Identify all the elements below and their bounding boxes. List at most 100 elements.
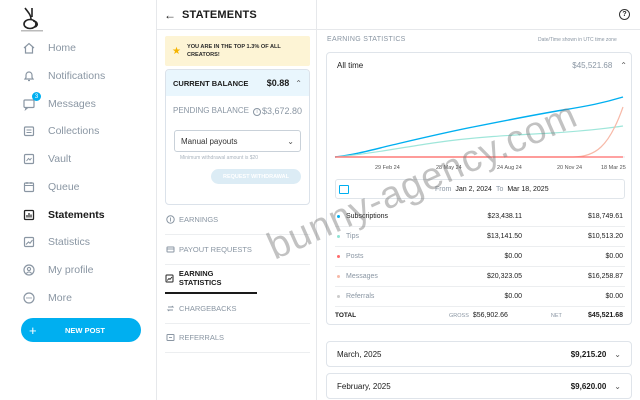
plus-icon: + (29, 322, 37, 338)
sidebar-item-queue[interactable]: Queue (22, 177, 80, 197)
menu-earning-statistics[interactable]: EARNING STATISTICS (165, 264, 257, 294)
row-gross: $0.00 (504, 293, 522, 300)
message-icon: 3 (22, 92, 41, 111)
rank-banner-text: YOU ARE IN THE TOP 1.3% OF ALL CREATORS! (186, 44, 281, 58)
period-selector[interactable]: All time $45,521.68 ⌃ (337, 61, 627, 70)
month-row-march-2025[interactable]: March, 2025 $9,215.20 ⌄ (326, 341, 632, 367)
messages-badge: 3 (32, 92, 41, 101)
sidebar-item-label: Notifications (48, 70, 106, 82)
help-icon[interactable]: ? (619, 9, 630, 20)
sidebar-item-statistics[interactable]: Statistics (22, 232, 90, 252)
table-row: Tips $13,141.50 $10,513.20 (335, 227, 625, 247)
date-from-label: From (435, 185, 452, 193)
date-from-value[interactable]: Jan 2, 2024 (455, 186, 492, 193)
statements-icon (22, 208, 36, 222)
menu-label: PAYOUT REQUESTS (179, 245, 252, 254)
balance-card: CURRENT BALANCE $0.88 ⌃ PENDING BALANCE i… (165, 69, 310, 205)
month-label: March, 2025 (337, 349, 382, 359)
menu-label: CHARGEBACKS (179, 304, 237, 313)
chart-series-tips (334, 125, 624, 158)
sidebar-item-vault[interactable]: Vault (22, 149, 71, 169)
sidebar: Home Notifications 3 Messages Collection… (0, 0, 157, 400)
total-label: TOTAL (335, 312, 357, 319)
period-value: $45,521.68 (572, 61, 613, 70)
more-icon (22, 291, 36, 305)
row-net: $18,749.61 (587, 213, 623, 220)
pending-balance-label: PENDING BALANCE (173, 106, 250, 115)
referrals-icon (165, 333, 175, 343)
sidebar-item-notifications[interactable]: Notifications (22, 66, 105, 86)
row-name: Posts (346, 253, 364, 260)
row-gross: $23,438.11 (487, 213, 522, 220)
sidebar-item-statements[interactable]: Statements (22, 205, 105, 225)
row-name: Tips (346, 233, 359, 240)
total-gross: $56,902.66 (472, 312, 508, 319)
payout-icon (165, 245, 175, 255)
payout-method-select[interactable]: Manual payouts ⌄ (174, 130, 301, 152)
chart-tick-label: 18 Mar 25 (601, 165, 626, 171)
star-icon: ★ (172, 45, 181, 57)
row-gross: $20,323.05 (486, 273, 522, 280)
new-post-label: NEW POST (65, 325, 106, 335)
legend-dot (337, 295, 340, 298)
menu-earnings[interactable]: EARNINGS (165, 205, 310, 235)
menu-label: EARNING STATISTICS (178, 269, 222, 287)
sidebar-item-label: My profile (48, 264, 94, 276)
chart-tick-label: 20 Nov 24 (557, 165, 582, 171)
chevron-down-icon: ⌄ (614, 381, 621, 391)
sidebar-item-my-profile[interactable]: My profile (22, 260, 94, 280)
chart-series-subscriptions (334, 96, 624, 158)
sidebar-item-collections[interactable]: Collections (22, 121, 99, 141)
current-balance-label: CURRENT BALANCE (173, 78, 249, 88)
pending-balance-value: $3,672.80 (261, 106, 302, 116)
gross-label: GROSS (449, 312, 469, 319)
chart-tick-label: 29 Feb 24 (375, 165, 400, 171)
sidebar-item-home[interactable]: Home (22, 38, 76, 58)
sidebar-item-label: Queue (48, 181, 80, 193)
info-icon[interactable]: i (253, 108, 262, 116)
row-name: Messages (346, 273, 378, 280)
current-balance-header[interactable]: CURRENT BALANCE $0.88 ⌃ (166, 70, 309, 96)
new-post-button[interactable]: + NEW POST (21, 318, 141, 342)
row-net: $10,513.20 (587, 233, 623, 240)
date-to-value[interactable]: Mar 18, 2025 (507, 186, 548, 193)
pending-balance-row: PENDING BALANCE i $3,672.80 (166, 96, 309, 116)
sidebar-item-label: Messages (48, 98, 96, 110)
legend-dot (337, 255, 340, 258)
month-value: $9,620.00 (570, 381, 607, 391)
chevron-down-icon: ⌄ (287, 136, 294, 146)
section-title: EARNING STATISTICS (327, 36, 406, 43)
chevron-up-icon: ⌃ (295, 78, 302, 88)
net-label: NET (550, 312, 562, 319)
row-gross: $0.00 (504, 253, 522, 260)
total-net: $45,521.68 (587, 312, 623, 319)
table-row: Posts $0.00 $0.00 (335, 247, 625, 267)
app-logo[interactable] (19, 5, 45, 33)
earnings-icon (165, 215, 175, 225)
row-gross: $13,141.50 (486, 233, 522, 240)
calendar-icon (22, 180, 36, 194)
date-range-picker[interactable]: From Jan 2, 2024 To Mar 18, 2025 (335, 179, 625, 199)
home-icon (22, 41, 36, 55)
chevron-down-icon: ⌄ (614, 349, 621, 359)
chart-series-messages (335, 106, 624, 158)
date-to-label: To (495, 185, 504, 193)
menu-chargebacks[interactable]: CHARGEBACKS (165, 294, 310, 324)
current-balance-value: $0.88 (266, 78, 290, 88)
chart-tick-label: 28 May 24 (436, 165, 462, 171)
collections-icon (22, 124, 36, 138)
row-name: Subscriptions (346, 213, 389, 220)
chart-tick-label: 24 Aug 24 (497, 165, 522, 171)
sidebar-item-label: More (48, 292, 72, 304)
month-value: $9,215.20 (570, 349, 607, 359)
request-withdrawal-button[interactable]: REQUEST WITHDRAWAL (211, 169, 301, 184)
sidebar-item-messages[interactable]: 3 Messages (22, 92, 96, 114)
calendar-icon[interactable] (339, 184, 349, 194)
menu-referrals[interactable]: REFERRALS (165, 323, 310, 353)
row-name: Referrals (346, 293, 375, 300)
chargeback-icon (165, 304, 175, 314)
month-row-february-2025[interactable]: February, 2025 $9,620.00 ⌄ (326, 373, 632, 399)
vault-icon (22, 152, 36, 166)
menu-payout-requests[interactable]: PAYOUT REQUESTS (165, 235, 310, 265)
sidebar-item-more[interactable]: More (22, 288, 72, 308)
